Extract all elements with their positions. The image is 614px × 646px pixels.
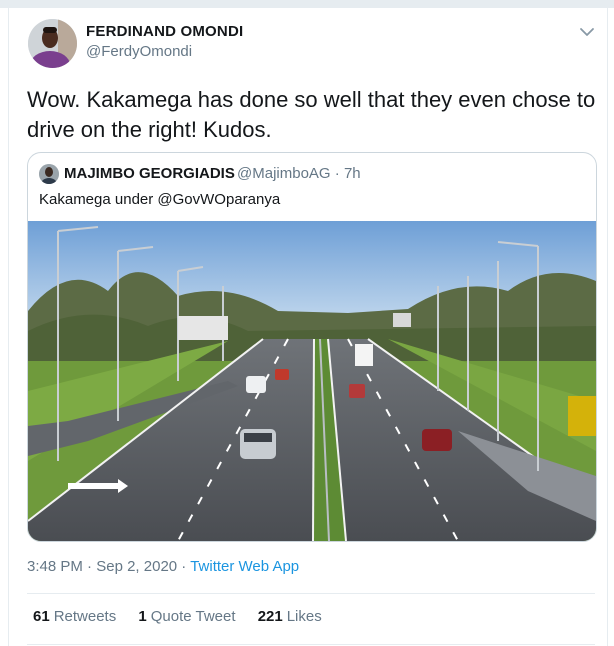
meta-separator: · [87,558,93,575]
divider [27,593,595,594]
tweet-time[interactable]: 3:48 PM [27,558,83,575]
quoted-author-handle[interactable]: @MajimboAG [237,165,331,182]
likes-stat[interactable]: 221 Likes [258,608,322,625]
quoted-tweet-text: Kakamega under @GovWOparanya [39,191,281,208]
author-avatar[interactable] [28,19,77,68]
quoted-author-avatar[interactable] [39,164,59,184]
author-handle[interactable]: @FerdyOmondi [86,43,192,60]
likes-label: Likes [286,608,322,625]
quote-tweets-label: Quote Tweet [150,608,236,625]
quoted-separator: · [334,165,340,182]
page-background-strip [0,0,614,8]
quote-tweets-stat[interactable]: 1 Quote Tweet [138,608,235,625]
divider [27,644,595,645]
quoted-author-name[interactable]: MAJIMBO GEORGIADIS [64,165,235,182]
source-app-link[interactable]: Twitter Web App [190,558,299,575]
engagement-stats: 61 Retweets 1 Quote Tweet 221 Likes [33,608,340,625]
retweets-count: 61 [33,608,50,625]
chevron-down-icon[interactable] [579,25,595,39]
tweet-metadata: 3:48 PM · Sep 2, 2020 · Twitter Web App [27,558,299,575]
quoted-author-meta[interactable]: @MajimboAG · 7h [237,165,361,182]
tweet-text: Wow. Kakamega has done so well that they… [27,87,596,142]
highway-photo[interactable] [28,221,596,541]
likes-count: 221 [257,608,283,625]
meta-separator: · [181,558,187,575]
author-name[interactable]: FERDINAND OMONDI [86,23,243,40]
tweet-date[interactable]: Sep 2, 2020 [96,558,177,575]
quote-tweets-count: 1 [138,608,147,625]
retweets-stat[interactable]: 61 Retweets [33,608,116,625]
quoted-age[interactable]: 7h [344,165,361,182]
tweet-card: FERDINAND OMONDI @FerdyOmondi Wow. Kakam… [8,8,608,646]
retweets-label: Retweets [53,608,117,625]
quoted-tweet[interactable]: MAJIMBO GEORGIADIS @MajimboAG · 7h Kakam… [27,152,597,542]
